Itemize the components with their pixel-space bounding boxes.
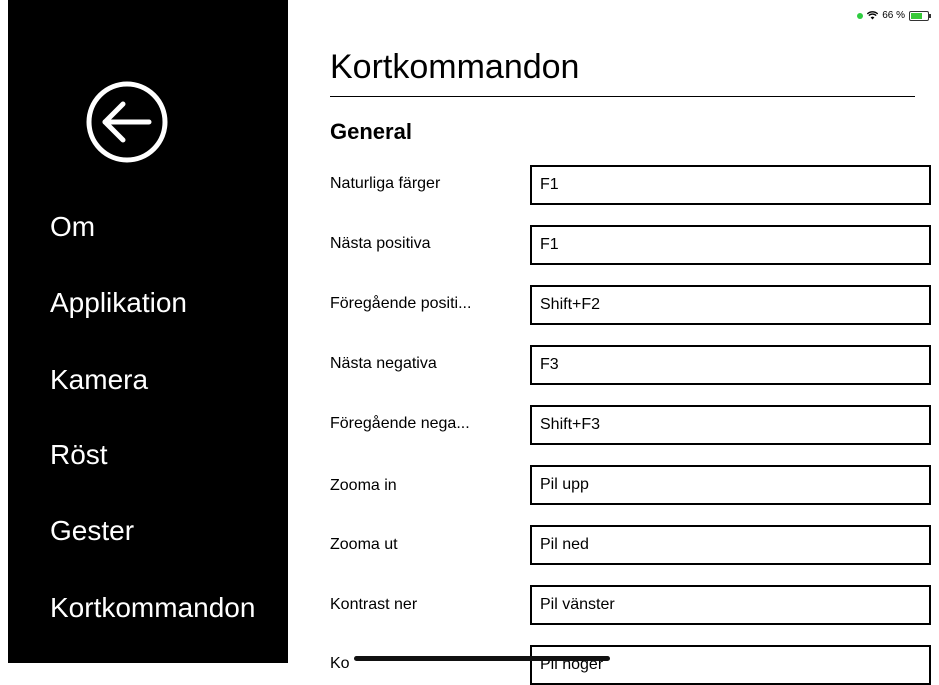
shortcut-label: Naturliga färger: [330, 175, 441, 192]
shortcut-field-zooma-in[interactable]: [530, 465, 931, 505]
shortcut-label: Nästa negativa: [330, 355, 437, 372]
sidebar-item-om[interactable]: Om: [50, 213, 95, 241]
sidebar-item-gester[interactable]: Gester: [50, 517, 134, 545]
battery-percent: 66 %: [882, 10, 905, 21]
shortcut-label: Zooma in: [330, 477, 397, 494]
sidebar-item-rost[interactable]: Röst: [50, 441, 108, 469]
shortcut-label: Föregående positi...: [330, 295, 472, 312]
recording-dot-icon: [857, 12, 864, 19]
wifi-icon: [867, 11, 879, 20]
shortcut-field-foregaende-positiva[interactable]: [530, 285, 931, 325]
sidebar-item-kamera[interactable]: Kamera: [50, 366, 148, 394]
sidebar: Om Applikation Kamera Röst Gester Kortko…: [8, 0, 288, 663]
shortcut-label: Kontrast ner: [330, 596, 418, 613]
section-title-general: General: [330, 119, 412, 144]
home-indicator[interactable]: [354, 656, 610, 661]
sidebar-item-applikation[interactable]: Applikation: [50, 289, 187, 317]
sidebar-item-kortkommandon[interactable]: Kortkommandon: [50, 594, 255, 622]
shortcut-field-nasta-positiva[interactable]: [530, 225, 931, 265]
shortcut-label: Nästa positiva: [330, 235, 431, 252]
page-title: Kortkommandon: [330, 48, 580, 86]
shortcut-field-naturliga-farger[interactable]: [530, 165, 931, 205]
battery-icon: [909, 10, 931, 21]
shortcut-field-foregaende-negativa[interactable]: [530, 405, 931, 445]
shortcut-label: Ko: [330, 655, 350, 672]
shortcut-field-kontrast-ner[interactable]: [530, 585, 931, 625]
shortcut-field-nasta-negativa[interactable]: [530, 345, 931, 385]
title-divider: [330, 96, 915, 97]
back-button[interactable]: [83, 78, 171, 166]
shortcut-field-kontrast-upp[interactable]: [530, 645, 931, 685]
shortcut-field-zooma-ut[interactable]: [530, 525, 931, 565]
back-arrow-circle-icon: [86, 81, 168, 163]
shortcut-label: Föregående nega...: [330, 415, 470, 432]
shortcut-label: Zooma ut: [330, 536, 398, 553]
status-bar: 66 %: [857, 10, 931, 21]
